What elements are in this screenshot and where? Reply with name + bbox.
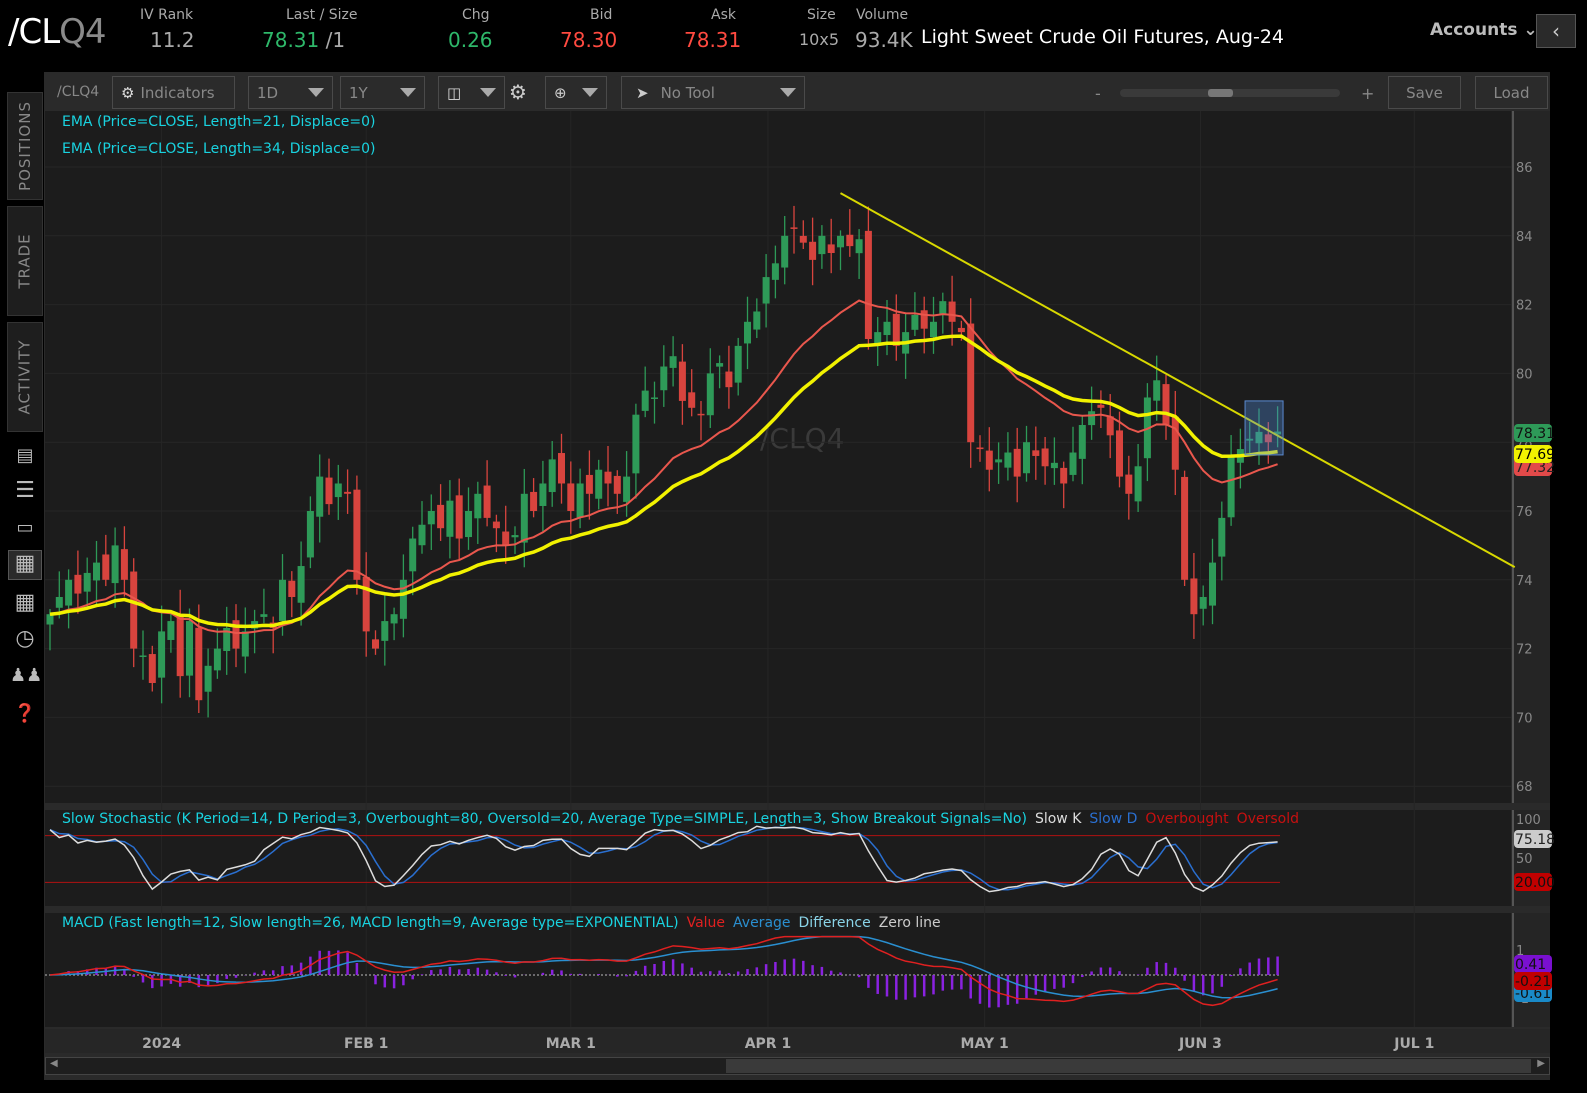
tab-positions[interactable]: POSITIONS <box>7 92 43 200</box>
scrollbar-thumb[interactable] <box>726 1059 1531 1073</box>
scroll-left-icon[interactable]: ◀ <box>50 1058 58 1069</box>
iv-rank-label: IV Rank <box>140 7 193 23</box>
tab-trade[interactable]: TRADE <box>7 206 43 316</box>
bid-label: Bid <box>590 7 612 23</box>
price-axis[interactable] <box>1512 111 1550 803</box>
stochastic-study-label[interactable]: Slow Stochastic (K Period=14, D Period=3… <box>62 811 1299 827</box>
accounts-menu[interactable]: Accounts ⌄ <box>1430 20 1538 40</box>
chevron-down-icon <box>308 88 324 97</box>
chevron-down-icon <box>780 88 796 97</box>
save-button[interactable]: Save <box>1388 76 1461 109</box>
size-value: 10x5 <box>799 30 839 49</box>
iv-rank-value: 11.2 <box>150 28 195 52</box>
indicators-button[interactable]: ⚙Indicators <box>112 76 235 109</box>
collapse-panel-button[interactable]: ‹ <box>1536 14 1576 48</box>
bid-value: 78.30 <box>560 28 617 52</box>
grid-icon[interactable]: ▦ <box>10 590 40 616</box>
last-size-label: Last / Size <box>286 7 358 23</box>
chevron-down-icon <box>480 88 496 97</box>
ask-value: 78.31 <box>684 28 741 52</box>
tab-activity[interactable]: ACTIVITY <box>7 322 43 432</box>
ema34-study-label[interactable]: EMA (Price=CLOSE, Length=34, Displace=0) <box>62 141 376 157</box>
crosshair-icon: ⊕ <box>554 84 567 102</box>
chevron-down-icon <box>400 88 416 97</box>
macd-study-label[interactable]: MACD (Fast length=12, Slow length=26, MA… <box>62 915 941 931</box>
chg-label: Chg <box>462 7 490 23</box>
news-icon[interactable]: ▤ <box>10 443 40 469</box>
speedometer-icon[interactable]: ◷ <box>10 626 40 652</box>
tv-icon[interactable]: ▭ <box>10 515 40 541</box>
zoom-slider[interactable] <box>1120 89 1340 97</box>
chart-icon[interactable]: ▦ <box>8 550 42 580</box>
zoom-in-button[interactable]: + <box>1361 84 1374 103</box>
drawing-tool-select[interactable]: ➤No Tool <box>621 76 805 109</box>
instrument-description: Light Sweet Crude Oil Futures, Aug-24 <box>921 26 1284 48</box>
gear-icon[interactable]: ⚙ <box>509 80 527 104</box>
ask-label: Ask <box>711 7 736 23</box>
zoom-out-button[interactable]: - <box>1095 84 1101 103</box>
volume-label: Volume <box>856 7 908 23</box>
chg-value: 0.26 <box>448 28 493 52</box>
list-icon[interactable]: ☰ <box>10 478 40 504</box>
symbol-title: /CLQ4 <box>8 12 106 52</box>
size-label: Size <box>807 7 836 23</box>
load-button[interactable]: Load <box>1475 76 1548 109</box>
aggregation-select[interactable]: 1D <box>248 76 333 109</box>
symbol-watermark: /CLQ4 <box>760 422 844 455</box>
help-icon[interactable]: ❓ <box>10 701 40 727</box>
scroll-right-icon[interactable]: ▶ <box>1537 1058 1545 1069</box>
chevron-down-icon <box>582 88 598 97</box>
drawing-style-select[interactable]: ⊕ <box>545 76 607 109</box>
last-size-value: 78.31 /1 <box>262 28 345 52</box>
community-icon[interactable]: ♟♟ <box>10 663 40 689</box>
date-axis <box>45 1029 1550 1053</box>
range-select[interactable]: 1Y <box>340 76 425 109</box>
horizontal-scrollbar[interactable]: ◀ ▶ <box>45 1057 1550 1075</box>
price-panel[interactable] <box>45 111 1511 803</box>
indicators-icon: ⚙ <box>121 84 134 102</box>
chart-type-select[interactable]: ◫ <box>438 76 505 109</box>
volume-value: 93.4K <box>855 28 913 52</box>
ema21-study-label[interactable]: EMA (Price=CLOSE, Length=21, Displace=0) <box>62 114 376 130</box>
stochastic-axis <box>1512 810 1550 906</box>
toolbar-symbol: /CLQ4 <box>57 84 99 100</box>
zoom-slider-thumb[interactable] <box>1208 89 1233 97</box>
macd-axis <box>1512 913 1550 1027</box>
candlestick-icon: ◫ <box>447 84 461 102</box>
cursor-icon: ➤ <box>636 84 649 102</box>
